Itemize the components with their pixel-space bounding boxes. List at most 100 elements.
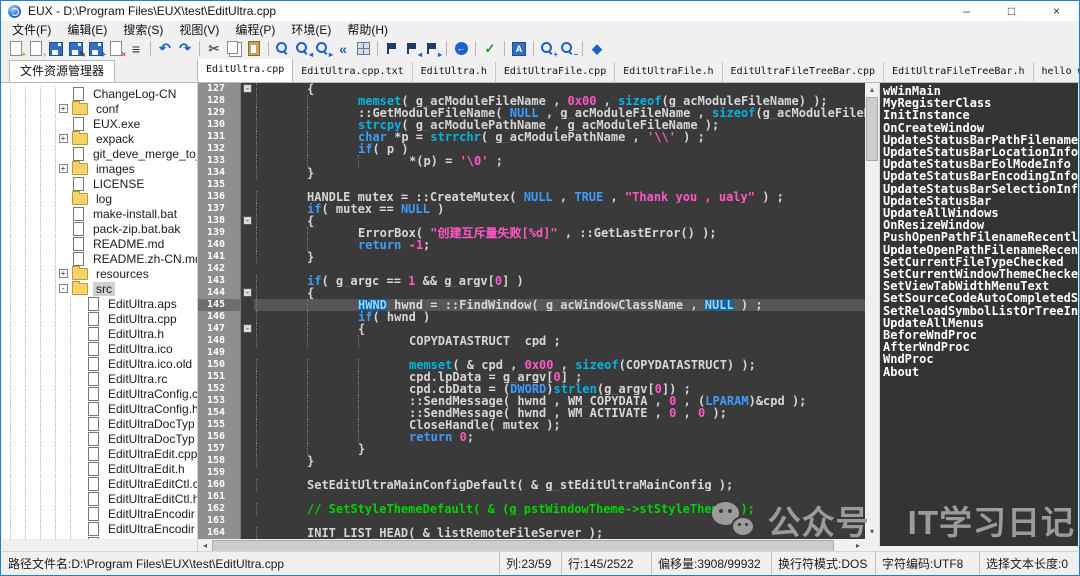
symbol-item[interactable]: UpdateStatusBarPathFilenameInfo bbox=[883, 134, 1078, 146]
line-number[interactable]: 151 bbox=[198, 371, 240, 383]
fold-column[interactable] bbox=[240, 347, 254, 359]
paste-icon[interactable] bbox=[244, 40, 264, 58]
fold-column[interactable] bbox=[240, 179, 254, 191]
code-text[interactable]: if( p ) bbox=[254, 143, 865, 155]
line-number[interactable]: 147 bbox=[198, 323, 240, 335]
code-text[interactable]: return -1; bbox=[254, 239, 865, 251]
redo-icon[interactable]: ↷ bbox=[175, 40, 195, 58]
code-text[interactable] bbox=[254, 491, 865, 503]
bookmark-icon[interactable] bbox=[382, 40, 402, 58]
tree-item[interactable]: EditUltraDocTyp bbox=[2, 431, 197, 446]
fold-column[interactable] bbox=[240, 419, 254, 431]
fold-column[interactable] bbox=[240, 527, 254, 539]
fold-column[interactable] bbox=[240, 155, 254, 167]
fold-column[interactable] bbox=[240, 275, 254, 287]
symbol-item[interactable]: InitInstance bbox=[883, 109, 1078, 121]
code-text[interactable]: if( mutex == NULL ) bbox=[254, 203, 865, 215]
line-number[interactable]: 137 bbox=[198, 203, 240, 215]
code-text[interactable]: COPYDATASTRUCT cpd ; bbox=[254, 335, 865, 347]
tree-item[interactable]: EditUltraEdit.h bbox=[2, 461, 197, 476]
line-number[interactable]: 146 bbox=[198, 311, 240, 323]
fold-column[interactable] bbox=[240, 467, 254, 479]
tree-item[interactable]: EditUltra.cpp bbox=[2, 311, 197, 326]
line-number[interactable]: 144 bbox=[198, 287, 240, 299]
code-text[interactable]: { bbox=[254, 83, 865, 95]
vertical-scroll-thumb[interactable] bbox=[866, 97, 878, 161]
code-text[interactable]: HWND hwnd = ::FindWindow( g_acWindowClas… bbox=[254, 299, 865, 311]
line-number[interactable]: 140 bbox=[198, 239, 240, 251]
code-text[interactable]: return 0; bbox=[254, 431, 865, 443]
symbol-item[interactable]: UpdateStatusBarSelectionInfo bbox=[883, 183, 1078, 195]
code-text[interactable]: memset( g_acModuleFileName , 0x00 , size… bbox=[254, 95, 865, 107]
fold-column[interactable] bbox=[240, 503, 254, 515]
open-file-icon[interactable]: › bbox=[26, 40, 46, 58]
symbol-item[interactable]: UpdateStatusBarEolModeInfo bbox=[883, 158, 1078, 170]
tree-item[interactable]: make-install.bat bbox=[2, 206, 197, 221]
menu-item-5[interactable]: 环境(E) bbox=[283, 21, 339, 38]
symbol-item[interactable]: WndProc bbox=[883, 353, 1078, 365]
back-icon[interactable]: ← bbox=[451, 40, 471, 58]
fold-collapse-icon[interactable]: - bbox=[243, 216, 252, 225]
find-prev-icon[interactable]: ◂ bbox=[293, 40, 313, 58]
expand-icon[interactable]: + bbox=[59, 104, 68, 113]
code-text[interactable]: ::SendMessage( hwnd , WM_ACTIVATE , 0 , … bbox=[254, 407, 865, 419]
minimize-button[interactable]: – bbox=[944, 1, 989, 21]
tree-item[interactable]: ChangeLog-CN bbox=[2, 86, 197, 101]
line-number[interactable]: 162 bbox=[198, 503, 240, 515]
find-next-icon[interactable]: ▸ bbox=[313, 40, 333, 58]
tree-item[interactable]: LICENSE bbox=[2, 176, 197, 191]
code-text[interactable]: strcpy( g_acModulePathName , g_acModuleF… bbox=[254, 119, 865, 131]
line-number[interactable]: 142 bbox=[198, 263, 240, 275]
tab-EditUltraFileTreeBar.h[interactable]: EditUltraFileTreeBar.h bbox=[884, 62, 1033, 82]
menu-item-6[interactable]: 帮助(H) bbox=[339, 21, 396, 38]
code-text[interactable]: } bbox=[254, 443, 865, 455]
fold-collapse-icon[interactable]: - bbox=[243, 324, 252, 333]
fold-column[interactable] bbox=[240, 383, 254, 395]
symbol-item[interactable]: UpdateStatusBarLocationInfo bbox=[883, 146, 1078, 158]
menu-item-0[interactable]: 文件(F) bbox=[4, 21, 59, 38]
code-text[interactable]: { bbox=[254, 287, 865, 299]
tab-EditUltraFile.cpp[interactable]: EditUltraFile.cpp bbox=[496, 62, 615, 82]
tab-file-explorer[interactable]: 文件资源管理器 bbox=[9, 60, 115, 82]
line-number[interactable]: 130 bbox=[198, 119, 240, 131]
fold-column[interactable] bbox=[240, 227, 254, 239]
symbol-item[interactable]: PushOpenPathFilenameRecently bbox=[883, 231, 1078, 243]
tab-EditUltra.cpp.txt[interactable]: EditUltra.cpp.txt bbox=[293, 62, 412, 82]
tab-EditUltraFileTreeBar.cpp[interactable]: EditUltraFileTreeBar.cpp bbox=[723, 62, 885, 82]
symbol-item[interactable]: OnResizeWindow bbox=[883, 219, 1078, 231]
code-text[interactable]: { bbox=[254, 323, 865, 335]
fold-column[interactable] bbox=[240, 359, 254, 371]
code-text[interactable] bbox=[254, 179, 865, 191]
tree-item[interactable]: EditUltraEdit.cpp bbox=[2, 446, 197, 461]
tree-item[interactable]: EditUltraEditCtl.c bbox=[2, 476, 197, 491]
symbol-item[interactable]: UpdateOpenPathFilenameRecently bbox=[883, 244, 1078, 256]
fold-column[interactable] bbox=[240, 431, 254, 443]
fold-column[interactable] bbox=[240, 455, 254, 467]
tree-item[interactable]: EditUltra.ico bbox=[2, 341, 197, 356]
line-number[interactable]: 134 bbox=[198, 167, 240, 179]
code-text[interactable]: } bbox=[254, 167, 865, 179]
line-number[interactable]: 138 bbox=[198, 215, 240, 227]
bookmark-prev-icon[interactable]: ◂ bbox=[402, 40, 422, 58]
code-text[interactable]: char *p = strrchr( g_acModulePathName , … bbox=[254, 131, 865, 143]
line-number[interactable]: 153 bbox=[198, 395, 240, 407]
tree-item[interactable]: EditUltra.rc bbox=[2, 371, 197, 386]
zoom-in-icon[interactable]: + bbox=[538, 40, 558, 58]
symbol-item[interactable]: UpdateStatusBarEncodingInfo bbox=[883, 170, 1078, 182]
line-number[interactable]: 155 bbox=[198, 419, 240, 431]
fold-column[interactable]: - bbox=[240, 83, 254, 95]
symbol-item[interactable]: SetReloadSymbolListOrTreeInterva bbox=[883, 305, 1078, 317]
tree-item[interactable]: README.md bbox=[2, 236, 197, 251]
line-number[interactable]: 156 bbox=[198, 431, 240, 443]
code-text[interactable]: if( hwnd ) bbox=[254, 311, 865, 323]
line-number[interactable]: 132 bbox=[198, 143, 240, 155]
tab-hello-world.txt[interactable]: hello world.txt bbox=[1034, 62, 1080, 82]
syntax-highlight-icon[interactable]: A bbox=[509, 40, 529, 58]
tab-EditUltraFile.h[interactable]: EditUltraFile.h bbox=[615, 62, 722, 82]
about-icon[interactable]: ◆ bbox=[587, 40, 607, 58]
tree-item[interactable]: +resources bbox=[2, 266, 197, 281]
fold-column[interactable] bbox=[240, 335, 254, 347]
tree-item[interactable]: EditUltra.h bbox=[2, 326, 197, 341]
replace-icon[interactable] bbox=[353, 40, 373, 58]
fold-column[interactable] bbox=[240, 119, 254, 131]
